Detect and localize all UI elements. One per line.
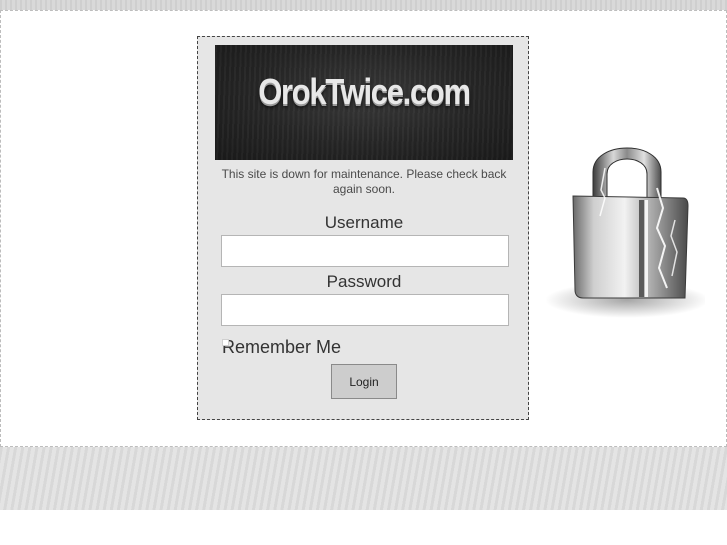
remember-me-checkbox[interactable] <box>222 339 229 346</box>
maintenance-notice: This site is down for maintenance. Pleas… <box>221 167 507 196</box>
padlock-icon <box>545 147 705 318</box>
username-input[interactable] <box>221 235 509 267</box>
password-label: Password <box>326 272 402 291</box>
footer-area <box>0 510 727 545</box>
site-logo: OrokTwice.com <box>258 71 471 112</box>
site-banner: OrokTwice.com <box>215 45 513 160</box>
password-input[interactable] <box>221 294 509 326</box>
remember-me-label: Remember Me <box>222 337 342 357</box>
login-button[interactable]: Login <box>331 364 397 399</box>
username-label: Username <box>324 213 404 232</box>
bottom-background-band <box>0 447 727 510</box>
login-box: OrokTwice.com This site is down for main… <box>197 36 529 420</box>
